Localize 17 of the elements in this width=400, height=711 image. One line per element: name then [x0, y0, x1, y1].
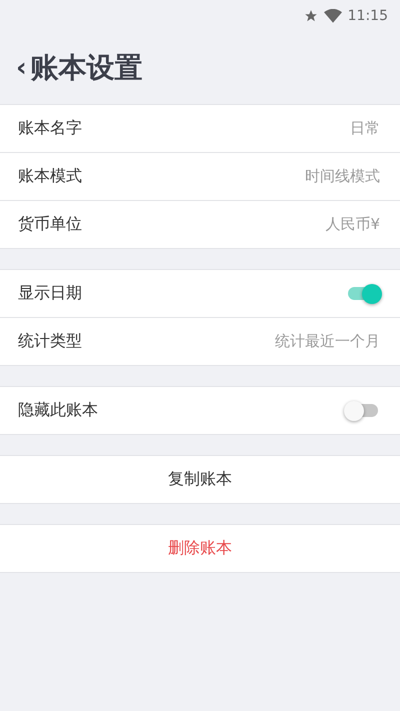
setting-value: 日常	[350, 119, 380, 138]
setting-value: 统计最近一个月	[275, 332, 380, 351]
page-title: 账本设置	[30, 50, 143, 86]
back-button[interactable]: ‹	[16, 55, 27, 81]
setting-label: 隐藏此账本	[18, 400, 98, 421]
setting-label: 统计类型	[18, 331, 82, 352]
setting-label: 货币单位	[18, 214, 82, 235]
wifi-icon	[324, 9, 342, 23]
star-icon	[304, 9, 318, 23]
setting-value: 时间线模式	[305, 167, 380, 186]
setting-label: 显示日期	[18, 283, 82, 304]
toggle-switch[interactable]	[346, 400, 380, 420]
setting-label: 账本名字	[18, 118, 82, 139]
status-time: 11:15	[348, 8, 388, 24]
setting-label: 账本模式	[18, 166, 82, 187]
toggle-switch[interactable]	[346, 284, 380, 304]
setting-value: 人民币¥	[325, 215, 380, 234]
